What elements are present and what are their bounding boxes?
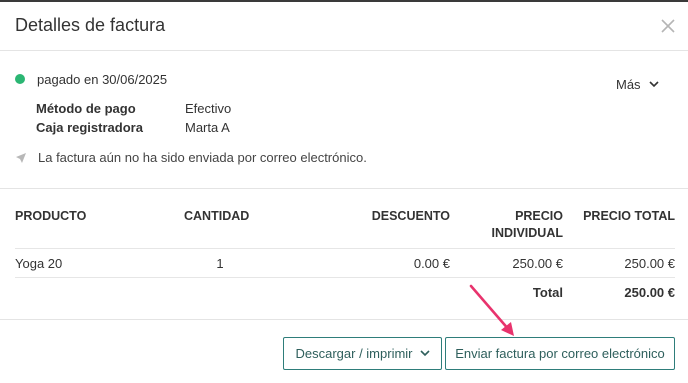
annotation-arrow-icon <box>469 284 514 336</box>
col-header-quantity: CANTIDAD <box>184 209 250 223</box>
col-header-discount: DESCUENTO <box>371 209 450 223</box>
table-header-divider <box>15 248 675 249</box>
cell-quantity: 1 <box>216 256 224 271</box>
send-invoice-email-label: Enviar factura por correo electrónico <box>455 346 665 361</box>
footer-divider <box>0 319 688 320</box>
dialog-title: Detalles de factura <box>15 15 166 35</box>
col-header-product: PRODUCTO <box>15 209 87 223</box>
close-icon[interactable] <box>660 18 676 34</box>
col-header-unit-price-line1: PRECIO <box>515 209 563 223</box>
more-label: Más <box>616 77 641 92</box>
cell-unit-price: 250.00 € <box>512 256 563 271</box>
send-invoice-email-button[interactable]: Enviar factura por correo electrónico <box>445 337 675 370</box>
chevron-down-icon <box>419 350 430 357</box>
cell-total-price: 250.00 € <box>624 256 675 271</box>
section-divider <box>0 188 688 189</box>
download-print-label: Descargar / imprimir <box>295 346 413 361</box>
status-dot-icon <box>15 74 25 84</box>
total-value: 250.00 € <box>624 285 675 300</box>
download-print-button[interactable]: Descargar / imprimir <box>283 337 442 370</box>
payment-method-label: Método de pago <box>36 101 136 116</box>
col-header-total-price: PRECIO TOTAL <box>583 209 675 223</box>
payment-method-value: Efectivo <box>185 101 232 116</box>
table-row-divider <box>15 277 675 278</box>
chevron-down-icon <box>648 81 659 88</box>
more-dropdown[interactable]: Más <box>616 77 659 92</box>
send-icon <box>16 152 26 163</box>
col-header-unit-price: PRECIO INDIVIDUAL <box>460 209 563 240</box>
cell-discount: 0.00 € <box>413 256 450 271</box>
col-header-unit-price-line2: INDIVIDUAL <box>491 226 563 240</box>
payment-status: pagado en 30/06/2025 <box>15 70 167 88</box>
cash-register-value: Marta A <box>185 120 230 135</box>
cash-register-label: Caja registradora <box>36 120 143 135</box>
status-text: pagado en 30/06/2025 <box>37 71 168 87</box>
dialog-header: Detalles de factura <box>0 2 688 51</box>
email-status-text: La factura aún no ha sido enviada por co… <box>38 150 367 165</box>
email-status: La factura aún no ha sido enviada por co… <box>15 150 367 165</box>
cell-product: Yoga 20 <box>15 256 63 271</box>
